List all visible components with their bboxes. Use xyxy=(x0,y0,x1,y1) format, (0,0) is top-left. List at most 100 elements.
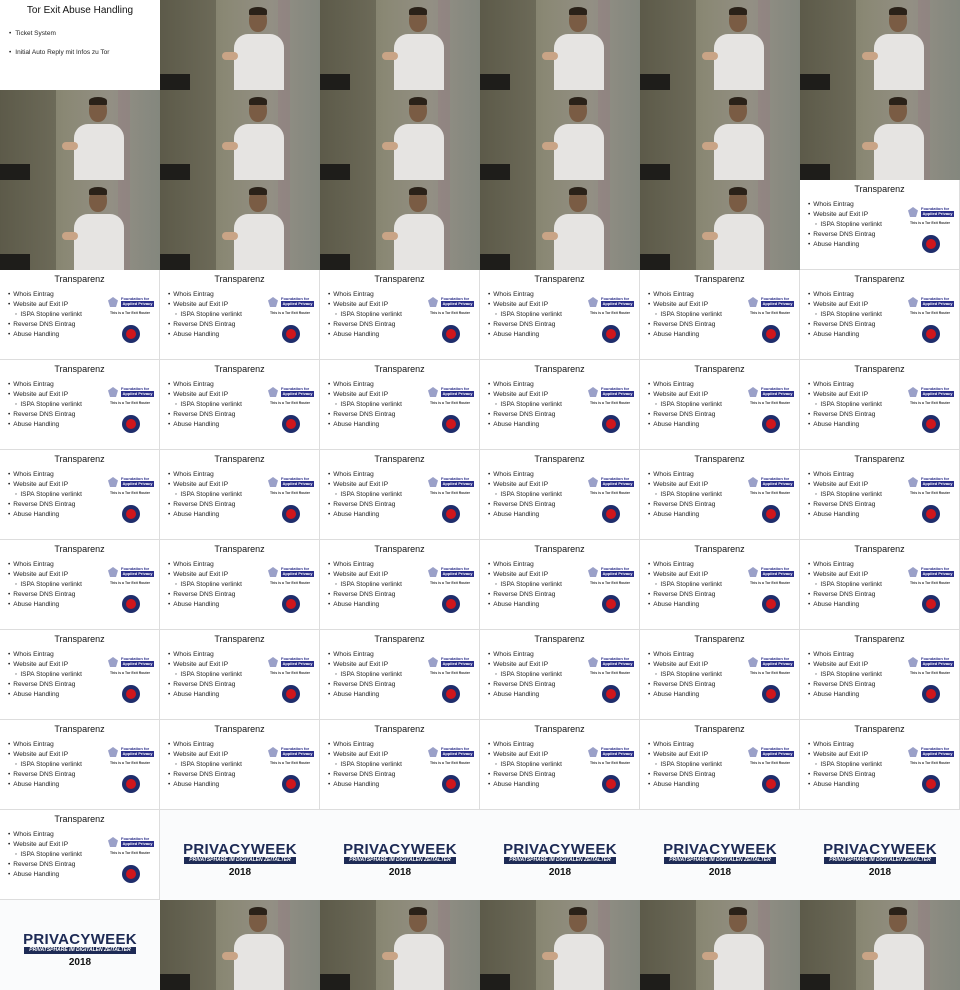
speaker-video-frame[interactable] xyxy=(640,90,800,180)
transparency-slide-thumbnail[interactable]: Transparenz Whois Eintrag Website auf Ex… xyxy=(480,540,640,630)
transparency-slide-thumbnail[interactable]: Transparenz Whois Eintrag Website auf Ex… xyxy=(640,450,800,540)
privacyweek-logo-frame[interactable]: PRIVACYWEEK PRIVATSPHÄRE IM DIGITALEN ZE… xyxy=(480,810,640,900)
transparency-slide-thumbnail[interactable]: Transparenz Whois Eintrag Website auf Ex… xyxy=(800,360,960,450)
speaker-video-frame[interactable] xyxy=(160,900,320,990)
transparency-slide-thumbnail[interactable]: Transparenz Whois Eintrag Website auf Ex… xyxy=(320,540,480,630)
speaker-video-frame[interactable] xyxy=(160,0,320,90)
slide-bullet: Whois Eintrag xyxy=(168,380,242,390)
transparency-slide-thumbnail[interactable]: Transparenz Whois Eintrag Website auf Ex… xyxy=(800,180,960,270)
transparency-slide-thumbnail[interactable]: Transparenz Whois Eintrag Website auf Ex… xyxy=(800,720,960,810)
ispa-seal-icon xyxy=(282,595,300,613)
transparency-slide-thumbnail[interactable]: Transparenz Whois Eintrag Website auf Ex… xyxy=(480,720,640,810)
slide-bullet: Website auf Exit IP xyxy=(168,300,242,310)
transparency-slide-thumbnail[interactable]: Transparenz Whois Eintrag Website auf Ex… xyxy=(800,630,960,720)
slide-bullet: Abuse Handling xyxy=(488,690,562,700)
speaker-video-frame[interactable] xyxy=(640,0,800,90)
slide-bullet: Reverse DNS Eintrag xyxy=(168,770,242,780)
transparency-slide-thumbnail[interactable]: Transparenz Whois Eintrag Website auf Ex… xyxy=(640,540,800,630)
speaker-video-frame[interactable] xyxy=(640,180,800,270)
speaker-video-frame[interactable] xyxy=(800,0,960,90)
transparency-slide-thumbnail[interactable]: Transparenz Whois Eintrag Website auf Ex… xyxy=(0,720,160,810)
transparency-slide-thumbnail[interactable]: Transparenz Whois Eintrag Website auf Ex… xyxy=(640,360,800,450)
transparency-slide-thumbnail[interactable]: Transparenz Whois Eintrag Website auf Ex… xyxy=(160,540,320,630)
speaker-video-frame[interactable] xyxy=(320,90,480,180)
slide-bullet: Whois Eintrag xyxy=(648,470,722,480)
slide-title: Transparenz xyxy=(694,454,745,464)
privacyweek-logo-frame[interactable]: PRIVACYWEEK PRIVATSPHÄRE IM DIGITALEN ZE… xyxy=(640,810,800,900)
speaker-arm xyxy=(542,952,559,960)
privacyweek-logo-frame[interactable]: PRIVACYWEEK PRIVATSPHÄRE IM DIGITALEN ZE… xyxy=(320,810,480,900)
transparency-slide-thumbnail[interactable]: Transparenz Whois Eintrag Website auf Ex… xyxy=(480,450,640,540)
transparency-slide-thumbnail[interactable]: Transparenz Whois Eintrag Website auf Ex… xyxy=(800,540,960,630)
transparency-slide-thumbnail[interactable]: Transparenz Whois Eintrag Website auf Ex… xyxy=(480,630,640,720)
transparency-slide-thumbnail[interactable]: Transparenz Whois Eintrag Website auf Ex… xyxy=(320,450,480,540)
slide-bullet: Whois Eintrag xyxy=(168,470,242,480)
speaker-video-frame[interactable] xyxy=(480,0,640,90)
intro-slide-thumbnail[interactable]: Tor Exit Abuse Handling Ticket System In… xyxy=(0,0,160,90)
transparency-slide-thumbnail[interactable]: Transparenz Whois Eintrag Website auf Ex… xyxy=(480,270,640,360)
privacyweek-logo-frame[interactable]: PRIVACYWEEK PRIVATSPHÄRE IM DIGITALEN ZE… xyxy=(160,810,320,900)
transparency-slide-thumbnail[interactable]: Transparenz Whois Eintrag Website auf Ex… xyxy=(160,270,320,360)
speaker-video-frame[interactable] xyxy=(320,900,480,990)
speaker-video-frame[interactable] xyxy=(160,180,320,270)
slide-bullet: Whois Eintrag xyxy=(328,290,402,300)
speaker-video-frame[interactable] xyxy=(0,90,160,180)
slide-bullet: Abuse Handling xyxy=(168,420,242,430)
slide-sub-bullet: ISPA Stopline verlinkt xyxy=(808,760,882,770)
ispa-seal-icon xyxy=(122,685,140,703)
exit-router-text: This is a Tor Exit Router xyxy=(590,581,630,585)
transparency-slide-thumbnail[interactable]: Transparenz Whois Eintrag Website auf Ex… xyxy=(320,270,480,360)
speaker-video-frame[interactable] xyxy=(800,90,960,180)
transparency-slide-thumbnail[interactable]: Transparenz Whois Eintrag Website auf Ex… xyxy=(480,360,640,450)
exit-router-text: This is a Tor Exit Router xyxy=(910,581,950,585)
exit-router-text: This is a Tor Exit Router xyxy=(110,491,150,495)
intro-slide-item: Initial Auto Reply mit Infos zu Tor xyxy=(9,49,109,56)
transparency-slide-thumbnail[interactable]: Transparenz Whois Eintrag Website auf Ex… xyxy=(800,270,960,360)
transparency-slide-thumbnail[interactable]: Transparenz Whois Eintrag Website auf Ex… xyxy=(0,630,160,720)
transparency-slide-thumbnail[interactable]: Transparenz Whois Eintrag Website auf Ex… xyxy=(160,720,320,810)
speaker-video-frame[interactable] xyxy=(320,180,480,270)
transparency-slide-thumbnail[interactable]: Transparenz Whois Eintrag Website auf Ex… xyxy=(0,540,160,630)
desk-laptop xyxy=(160,164,190,180)
speaker-figure xyxy=(862,7,928,90)
transparency-slide-thumbnail[interactable]: Transparenz Whois Eintrag Website auf Ex… xyxy=(640,720,800,810)
privacyweek-logo-frame[interactable]: PRIVACYWEEK PRIVATSPHÄRE IM DIGITALEN ZE… xyxy=(0,900,160,990)
speaker-video-frame[interactable] xyxy=(480,90,640,180)
slide-sub-bullet: ISPA Stopline verlinkt xyxy=(328,670,402,680)
slide-bullet: Whois Eintrag xyxy=(8,380,82,390)
transparency-slide-thumbnail[interactable]: Transparenz Whois Eintrag Website auf Ex… xyxy=(640,630,800,720)
speaker-video-frame[interactable] xyxy=(480,900,640,990)
transparency-slide-thumbnail[interactable]: Transparenz Whois Eintrag Website auf Ex… xyxy=(0,450,160,540)
transparency-slide-thumbnail[interactable]: Transparenz Whois Eintrag Website auf Ex… xyxy=(640,270,800,360)
desk-laptop xyxy=(480,74,510,90)
slide-sub-bullet: ISPA Stopline verlinkt xyxy=(328,580,402,590)
transparency-slide-thumbnail[interactable]: Transparenz Whois Eintrag Website auf Ex… xyxy=(320,630,480,720)
speaker-video-frame[interactable] xyxy=(800,900,960,990)
speaker-shirt xyxy=(394,34,445,90)
slide-bullet: Abuse Handling xyxy=(648,330,722,340)
transparency-slide-thumbnail[interactable]: Transparenz Whois Eintrag Website auf Ex… xyxy=(0,810,160,900)
foundation-logo-line2: Applied Privacy xyxy=(921,571,954,577)
slide-bullet-list: Whois Eintrag Website auf Exit IP ISPA S… xyxy=(168,740,242,790)
foundation-logo-line2: Applied Privacy xyxy=(441,661,474,667)
transparency-slide-thumbnail[interactable]: Transparenz Whois Eintrag Website auf Ex… xyxy=(160,360,320,450)
transparency-slide-thumbnail[interactable]: Transparenz Whois Eintrag Website auf Ex… xyxy=(160,630,320,720)
speaker-video-frame[interactable] xyxy=(480,180,640,270)
transparency-slide-thumbnail[interactable]: Transparenz Whois Eintrag Website auf Ex… xyxy=(320,360,480,450)
transparency-slide-thumbnail[interactable]: Transparenz Whois Eintrag Website auf Ex… xyxy=(0,360,160,450)
privacyweek-title: PRIVACYWEEK xyxy=(503,841,617,858)
privacyweek-logo-frame[interactable]: PRIVACYWEEK PRIVATSPHÄRE IM DIGITALEN ZE… xyxy=(800,810,960,900)
speaker-video-frame[interactable] xyxy=(160,90,320,180)
slide-bullet: Website auf Exit IP xyxy=(8,300,82,310)
speaker-video-frame[interactable] xyxy=(0,180,160,270)
slide-bullet: Reverse DNS Eintrag xyxy=(648,590,722,600)
transparency-slide-thumbnail[interactable]: Transparenz Whois Eintrag Website auf Ex… xyxy=(160,450,320,540)
exit-router-text: This is a Tor Exit Router xyxy=(910,761,950,765)
transparency-slide-thumbnail[interactable]: Transparenz Whois Eintrag Website auf Ex… xyxy=(800,450,960,540)
speaker-video-frame[interactable] xyxy=(320,0,480,90)
transparency-slide-thumbnail[interactable]: Transparenz Whois Eintrag Website auf Ex… xyxy=(0,270,160,360)
transparency-slide-thumbnail[interactable]: Transparenz Whois Eintrag Website auf Ex… xyxy=(320,720,480,810)
speaker-video-frame[interactable] xyxy=(640,900,800,990)
slide-bullet: Whois Eintrag xyxy=(808,200,882,210)
speaker-figure xyxy=(542,97,608,180)
